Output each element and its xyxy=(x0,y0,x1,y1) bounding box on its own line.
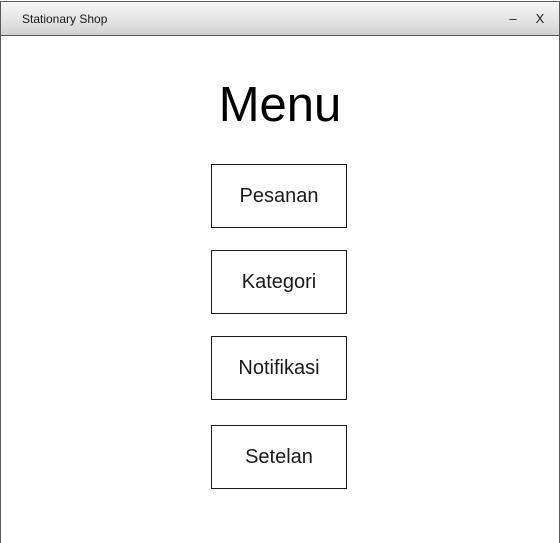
minimize-button[interactable]: – xyxy=(506,11,520,27)
kategori-button[interactable]: Kategori xyxy=(211,250,347,314)
title-bar[interactable]: Stationary Shop – X xyxy=(1,2,559,36)
kategori-button-label: Kategori xyxy=(241,270,317,293)
notifikasi-button[interactable]: Notifikasi xyxy=(211,336,347,400)
page-title: Menu xyxy=(218,78,342,132)
notifikasi-button-label: Notifikasi xyxy=(238,356,320,379)
pesanan-button[interactable]: Pesanan xyxy=(211,164,347,228)
setelan-button-label: Setelan xyxy=(245,445,313,468)
setelan-button[interactable]: Setelan xyxy=(211,425,347,489)
app-window: Stationary Shop – X Menu Pesanan Kategor… xyxy=(0,1,560,543)
close-button[interactable]: X xyxy=(533,11,547,27)
pesanan-button-label: Pesanan xyxy=(239,184,319,207)
window-title: Stationary Shop xyxy=(22,12,108,26)
